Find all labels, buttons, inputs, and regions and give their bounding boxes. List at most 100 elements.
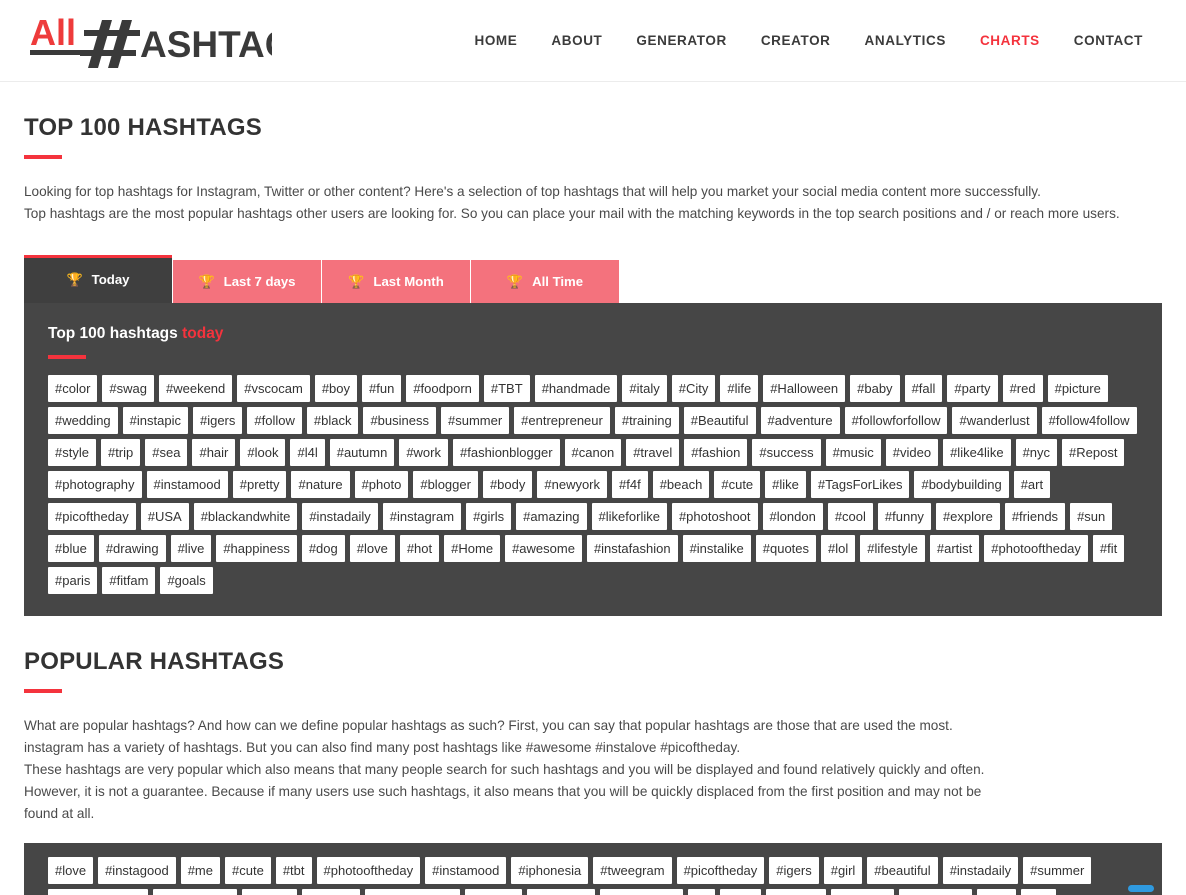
hashtag-chip[interactable]: #blue <box>48 535 94 562</box>
hashtag-chip[interactable]: #friends <box>1004 503 1066 530</box>
hashtag-chip[interactable]: #baby <box>850 375 900 402</box>
hashtag-chip[interactable]: #City <box>671 375 716 402</box>
hashtag-chip[interactable]: #fun <box>976 889 1016 895</box>
nav-item-creator[interactable]: CREATOR <box>744 23 848 58</box>
hashtag-chip[interactable]: #drawing <box>98 535 166 562</box>
hashtag-chip[interactable]: #jj <box>687 889 715 895</box>
hashtag-chip[interactable]: #style <box>48 439 96 466</box>
hashtag-chip[interactable]: #paris <box>48 567 98 594</box>
hashtag-chip[interactable]: #su <box>1020 889 1056 895</box>
hashtag-chip[interactable]: #sky <box>719 889 761 895</box>
hashtag-chip[interactable]: #TagsForLikes <box>810 471 910 498</box>
hashtag-chip[interactable]: #instapic <box>122 407 188 434</box>
hashtag-chip[interactable]: #like4like <box>943 439 1011 466</box>
hashtag-chip[interactable]: #nofilter <box>765 889 826 895</box>
hashtag-chip[interactable]: #Repost <box>1062 439 1125 466</box>
hashtag-chip[interactable]: #love <box>48 857 94 884</box>
site-logo[interactable]: All ASHTAG <box>28 11 272 71</box>
hashtag-chip[interactable]: #instagram <box>382 503 462 530</box>
hashtag-chip[interactable]: #happiness <box>216 535 297 562</box>
hashtag-chip[interactable]: #autumn <box>329 439 395 466</box>
hashtag-chip[interactable]: #follow <box>242 889 297 895</box>
hashtag-chip[interactable]: #goals <box>160 567 213 594</box>
hashtag-chip[interactable]: #swag <box>102 375 154 402</box>
nav-item-about[interactable]: ABOUT <box>534 23 619 58</box>
hashtag-chip[interactable]: #nyc <box>1015 439 1058 466</box>
hashtag-chip[interactable]: #tagblender <box>600 889 683 895</box>
nav-item-charts[interactable]: CHARTS <box>963 23 1057 58</box>
hashtag-chip[interactable]: #success <box>752 439 821 466</box>
hashtag-chip[interactable]: #quotes <box>755 535 817 562</box>
hashtag-chip[interactable]: #adventure <box>760 407 840 434</box>
hashtag-chip[interactable]: #follow4follow <box>1041 407 1137 434</box>
hashtag-chip[interactable]: #f4f <box>612 471 648 498</box>
hashtag-chip[interactable]: #picoftheday <box>676 857 765 884</box>
hashtag-chip[interactable]: #trip <box>100 439 141 466</box>
hashtag-chip[interactable]: #cute <box>714 471 761 498</box>
hashtag-chip[interactable]: #blackandwhite <box>193 503 298 530</box>
hashtag-chip[interactable]: #art <box>1013 471 1051 498</box>
hashtag-chip[interactable]: #party <box>947 375 998 402</box>
hashtag-chip[interactable]: #Home <box>444 535 501 562</box>
floating-widget-pill[interactable] <box>1128 885 1154 892</box>
hashtag-chip[interactable]: #summer <box>1023 857 1092 884</box>
hashtag-chip[interactable]: #instagramhub <box>48 889 148 895</box>
hashtag-chip[interactable]: #l4l <box>290 439 325 466</box>
hashtag-chip[interactable]: #igdaily <box>301 889 360 895</box>
hashtag-chip[interactable]: #fun <box>362 375 402 402</box>
hashtag-chip[interactable]: #TBT <box>483 375 530 402</box>
hashtag-chip[interactable]: #beach <box>652 471 710 498</box>
hashtag-chip[interactable]: #boy <box>314 375 358 402</box>
hashtag-chip[interactable]: #lifestyle <box>860 535 925 562</box>
hashtag-chip[interactable]: #love <box>349 535 395 562</box>
hashtag-chip[interactable]: #picoftheday <box>48 503 136 530</box>
hashtag-chip[interactable]: #wedding <box>48 407 118 434</box>
hashtag-chip[interactable]: #iphonesia <box>511 857 589 884</box>
hashtag-chip[interactable]: #london <box>762 503 823 530</box>
hashtag-chip[interactable]: #Beautiful <box>683 407 756 434</box>
hashtag-chip[interactable]: #USA <box>140 503 189 530</box>
hashtag-chip[interactable]: #foodporn <box>406 375 479 402</box>
hashtag-chip[interactable]: #instamood <box>425 857 507 884</box>
hashtag-chip[interactable]: #happy <box>465 889 523 895</box>
hashtag-chip[interactable]: #music <box>825 439 881 466</box>
hashtag-chip[interactable]: #bodybuilding <box>914 471 1009 498</box>
hashtag-chip[interactable]: #photo <box>354 471 409 498</box>
hashtag-chip[interactable]: #photooftheday <box>984 535 1088 562</box>
hashtag-chip[interactable]: #lol <box>821 535 856 562</box>
hashtag-chip[interactable]: #fashionblogger <box>453 439 560 466</box>
hashtag-chip[interactable]: #sea <box>145 439 188 466</box>
hashtag-chip[interactable]: #instagood <box>98 857 176 884</box>
nav-item-analytics[interactable]: ANALYTICS <box>848 23 963 58</box>
hashtag-chip[interactable]: #instadaily <box>302 503 378 530</box>
hashtag-chip[interactable]: #dog <box>301 535 345 562</box>
hashtag-chip[interactable]: #fashion <box>830 889 895 895</box>
hashtag-chip[interactable]: #amazing <box>516 503 587 530</box>
hashtag-chip[interactable]: #awesome <box>505 535 582 562</box>
hashtag-chip[interactable]: #like <box>765 471 806 498</box>
hashtag-chip[interactable]: #newyork <box>537 471 608 498</box>
nav-item-home[interactable]: HOME <box>457 23 534 58</box>
hashtag-chip[interactable]: #look <box>240 439 286 466</box>
hashtag-chip[interactable]: #black <box>306 407 359 434</box>
hashtag-chip[interactable]: #instadaily <box>942 857 1019 884</box>
hashtag-chip[interactable]: #photoshoot <box>671 503 758 530</box>
hashtag-chip[interactable]: #photooftheday <box>316 857 421 884</box>
nav-item-contact[interactable]: CONTACT <box>1057 23 1160 58</box>
hashtag-chip[interactable]: #instalike <box>682 535 751 562</box>
hashtag-chip[interactable]: #igers <box>769 857 819 884</box>
hashtag-chip[interactable]: #live <box>170 535 212 562</box>
hashtag-chip[interactable]: #entrepreneur <box>514 407 610 434</box>
hashtag-chip[interactable]: #hair <box>192 439 236 466</box>
hashtag-chip[interactable]: #canon <box>564 439 622 466</box>
hashtag-chip[interactable]: #business <box>363 407 436 434</box>
hashtag-chip[interactable]: #photography <box>48 471 142 498</box>
hashtag-chip[interactable]: #red <box>1002 375 1043 402</box>
hashtag-chip[interactable]: #explore <box>935 503 1000 530</box>
hashtag-chip[interactable]: #handmade <box>534 375 618 402</box>
hashtag-chip[interactable]: #tweegram <box>593 857 672 884</box>
hashtag-chip[interactable]: #tbt <box>275 857 312 884</box>
hashtag-chip[interactable]: #life <box>720 375 759 402</box>
hashtag-chip[interactable]: #me <box>180 857 220 884</box>
hashtag-chip[interactable]: #video <box>885 439 939 466</box>
